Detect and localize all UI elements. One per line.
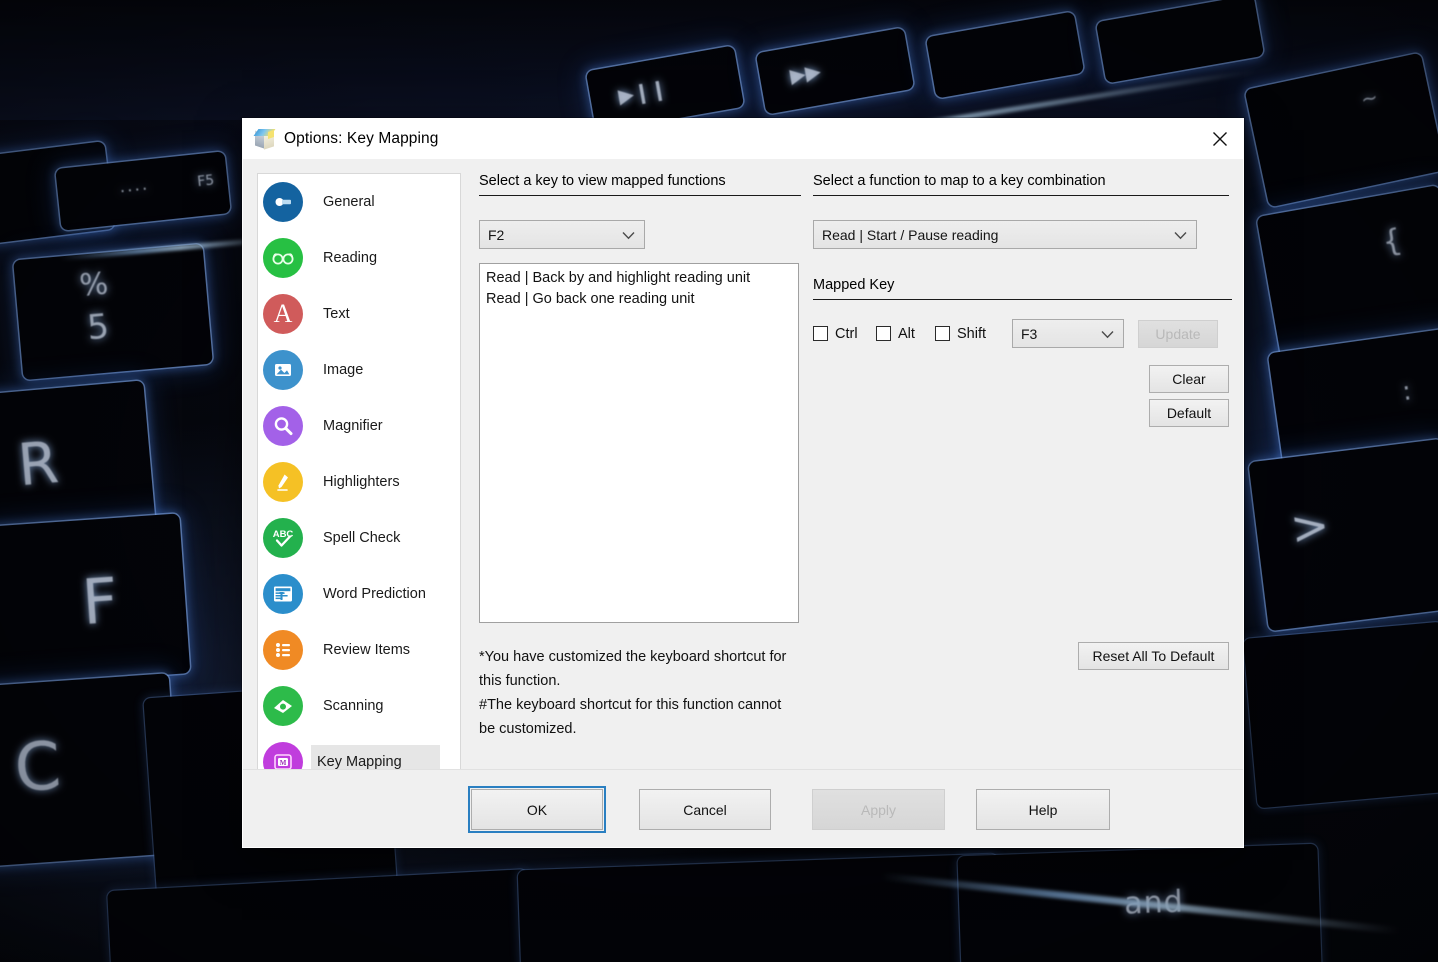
function-select-value: Read | Start / Pause reading <box>822 227 998 243</box>
options-content: Select a key to view mapped functions F2… <box>479 173 1229 767</box>
svg-text:ABC: ABC <box>273 529 294 540</box>
svg-text:M: M <box>280 759 287 767</box>
clear-button[interactable]: Clear <box>1149 365 1229 393</box>
close-icon[interactable] <box>1197 119 1243 159</box>
sidebar-item-word-prediction[interactable]: Word Prediction <box>258 566 460 622</box>
chevron-down-icon <box>622 227 635 243</box>
note-customized: *You have customized the keyboard shortc… <box>479 645 801 693</box>
letter-a-icon: A <box>263 294 303 334</box>
alt-label: Alt <box>898 326 915 342</box>
sidebar-item-label: Spell Check <box>317 525 406 552</box>
list-item[interactable]: Read | Go back one reading unit <box>480 289 798 310</box>
mapped-key-select[interactable]: F3 <box>1012 319 1124 348</box>
sidebar-item-reading[interactable]: Reading <box>258 230 460 286</box>
note-not-customizable: #The keyboard shortcut for this function… <box>479 693 801 741</box>
checklist-icon <box>263 630 303 670</box>
sidebar-item-label: Review Items <box>317 637 416 664</box>
update-button[interactable]: Update <box>1138 320 1218 348</box>
default-button[interactable]: Default <box>1149 399 1229 427</box>
sidebar-item-label: General <box>317 189 381 216</box>
sidebar-item-scanning[interactable]: Scanning <box>258 678 460 734</box>
highlighter-pen-icon <box>263 462 303 502</box>
cancel-button[interactable]: Cancel <box>639 789 771 830</box>
dialog-footer: OK Cancel Apply Help <box>243 769 1243 847</box>
checkbox-box <box>876 326 891 341</box>
key-section: Select a key to view mapped functions F2… <box>479 173 801 741</box>
sidebar-item-label: Image <box>317 357 369 384</box>
mapped-key-row: Ctrl Alt Shift F3 <box>813 319 1229 348</box>
sidebar-item-label: Highlighters <box>317 469 406 496</box>
options-dialog: Options: Key Mapping General Reading <box>242 118 1244 848</box>
cube-icon <box>255 129 275 149</box>
key-select-value: F2 <box>488 227 504 243</box>
notes-block: *You have customized the keyboard shortc… <box>479 645 801 741</box>
checkbox-box <box>935 326 950 341</box>
function-section-heading: Select a function to map to a key combin… <box>813 173 1229 196</box>
sidebar-item-label: Word Prediction <box>317 581 432 608</box>
sidebar-item-label: Magnifier <box>317 413 389 440</box>
dialog-body: General Reading A Text Image <box>243 159 1243 847</box>
shift-checkbox[interactable]: Shift <box>935 326 1012 342</box>
sidebar-item-label: Scanning <box>317 693 389 720</box>
abc-check-icon: ABC <box>263 518 303 558</box>
sidebar-item-highlighters[interactable]: Highlighters <box>258 454 460 510</box>
ok-button[interactable]: OK <box>471 789 603 830</box>
sidebar-item-label: Reading <box>317 245 383 272</box>
list-item[interactable]: Read | Back by and highlight reading uni… <box>480 268 798 289</box>
reset-all-to-default-button[interactable]: Reset All To Default <box>1078 642 1229 670</box>
word-list-icon <box>263 574 303 614</box>
checkbox-box <box>813 326 828 341</box>
help-button[interactable]: Help <box>976 789 1110 830</box>
dialog-titlebar: Options: Key Mapping <box>243 119 1243 159</box>
flashlight-icon <box>263 182 303 222</box>
ctrl-label: Ctrl <box>835 326 858 342</box>
shift-label: Shift <box>957 326 986 342</box>
scanner-icon <box>263 686 303 726</box>
sidebar-item-label: Text <box>317 301 356 328</box>
ctrl-checkbox[interactable]: Ctrl <box>813 326 876 342</box>
glasses-icon <box>263 238 303 278</box>
key-section-heading: Select a key to view mapped functions <box>479 173 801 196</box>
dialog-title: Options: Key Mapping <box>284 130 439 148</box>
sidebar-item-general[interactable]: General <box>258 174 460 230</box>
magnifying-glass-icon <box>263 406 303 446</box>
sidebar-item-image[interactable]: Image <box>258 342 460 398</box>
sidebar-item-spell-check[interactable]: ABC Spell Check <box>258 510 460 566</box>
alt-checkbox[interactable]: Alt <box>876 326 935 342</box>
function-select[interactable]: Read | Start / Pause reading <box>813 220 1197 249</box>
mapped-key-select-value: F3 <box>1021 326 1037 342</box>
key-select[interactable]: F2 <box>479 220 645 249</box>
function-section: Select a function to map to a key combin… <box>813 173 1229 348</box>
apply-button[interactable]: Apply <box>812 789 945 830</box>
sidebar-item-review-items[interactable]: Review Items <box>258 622 460 678</box>
picture-icon <box>263 350 303 390</box>
mapped-functions-list[interactable]: Read | Back by and highlight reading uni… <box>479 263 799 623</box>
mapped-key-heading: Mapped Key <box>813 277 1232 300</box>
chevron-down-icon <box>1174 227 1187 243</box>
sidebar-item-text[interactable]: A Text <box>258 286 460 342</box>
chevron-down-icon <box>1101 326 1114 342</box>
sidebar-item-magnifier[interactable]: Magnifier <box>258 398 460 454</box>
options-sidebar: General Reading A Text Image <box>257 173 461 819</box>
